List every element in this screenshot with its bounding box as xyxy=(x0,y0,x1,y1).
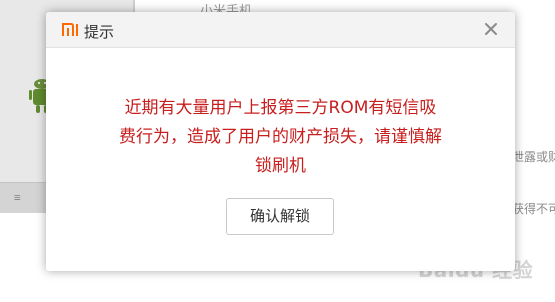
background-text-1: 泄露或财 xyxy=(512,150,555,164)
background-toolbar: ≡ xyxy=(0,182,48,213)
warning-message: 近期有大量用户上报第三方ROM有短信吸 费行为，造成了用户的财产损失，请谨慎解 … xyxy=(76,94,485,181)
menu-icon: ≡ xyxy=(14,191,21,204)
background-text-2: 获得不可 xyxy=(512,202,555,216)
confirm-unlock-button[interactable]: 确认解锁 xyxy=(226,198,334,235)
close-icon[interactable] xyxy=(483,21,499,37)
message-line: 近期有大量用户上报第三方ROM有短信吸 xyxy=(124,98,437,118)
dialog-title: 提示 xyxy=(84,23,115,41)
dialog-header: 提示 xyxy=(46,12,515,48)
mi-logo-icon xyxy=(62,23,78,36)
message-line: 费行为，造成了用户的财产损失，请谨慎解 xyxy=(119,127,442,147)
message-line: 锁刷机 xyxy=(255,156,306,176)
alert-dialog: 提示 近期有大量用户上报第三方ROM有短信吸 费行为，造成了用户的财产损失，请谨… xyxy=(46,12,515,271)
